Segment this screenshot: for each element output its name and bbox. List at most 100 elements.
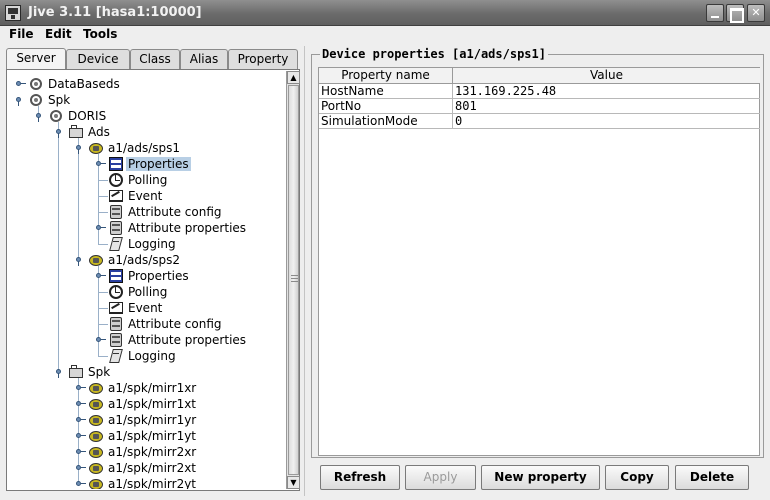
delete-button[interactable]: Delete (675, 465, 749, 490)
tree-node-label[interactable]: Polling (126, 173, 169, 187)
tab-server[interactable]: Server (6, 48, 66, 70)
expand-handle-icon[interactable] (76, 463, 86, 472)
tree-node-label[interactable]: Polling (126, 285, 169, 299)
tree-node-label[interactable]: Attribute properties (126, 333, 248, 347)
tree-node-label[interactable]: Event (126, 301, 164, 315)
property-name-cell[interactable]: SimulationMode (319, 114, 453, 129)
tree-node[interactable]: a1/spk/mirr2xt (8, 460, 283, 476)
tree-node-label[interactable]: DataBaseds (46, 77, 122, 91)
tree-node[interactable]: Properties (8, 156, 283, 172)
expand-handle-icon[interactable] (96, 223, 106, 232)
tab-class[interactable]: Class (130, 49, 180, 69)
scroll-down-arrow-icon[interactable]: ▼ (287, 476, 300, 489)
property-name-cell[interactable]: HostName (319, 84, 453, 99)
collapse-handle-icon[interactable] (16, 95, 25, 106)
expand-handle-icon[interactable] (76, 431, 86, 440)
tree-node[interactable]: a1/spk/mirr1xt (8, 396, 283, 412)
table-row[interactable]: SimulationMode 0 (319, 114, 760, 129)
tree-node-label[interactable]: a1/ads/sps2 (106, 253, 182, 267)
table-row[interactable]: PortNo 801 (319, 99, 760, 114)
scroll-thumb[interactable] (288, 85, 299, 475)
tree-node-label[interactable]: a1/ads/sps1 (106, 141, 182, 155)
expand-handle-icon[interactable] (96, 335, 106, 344)
tree-node[interactable]: Attribute config (8, 316, 283, 332)
minimize-icon[interactable] (706, 4, 724, 22)
expand-handle-icon[interactable] (96, 271, 106, 280)
tree-node[interactable]: a1/ads/sps2 (8, 252, 283, 268)
tree-node-label[interactable]: a1/spk/mirr1yt (106, 429, 198, 443)
split-pane-divider[interactable] (304, 46, 308, 496)
tree-node[interactable]: a1/ads/sps1 (8, 140, 283, 156)
property-value-cell[interactable]: 0 (453, 114, 760, 129)
tree-node[interactable]: Attribute config (8, 204, 283, 220)
expand-handle-icon[interactable] (76, 399, 86, 408)
app-icon[interactable] (5, 5, 21, 21)
maximize-icon[interactable] (726, 4, 744, 23)
collapse-handle-icon[interactable] (76, 143, 85, 154)
expand-handle-icon[interactable] (76, 479, 86, 488)
tree-node[interactable]: a1/spk/mirr2yt (8, 476, 283, 489)
tree-node[interactable]: Spk (8, 92, 283, 108)
expand-handle-icon[interactable] (96, 159, 106, 168)
tree-node[interactable]: Logging (8, 348, 283, 364)
expand-handle-icon[interactable] (16, 79, 26, 88)
expand-handle-icon[interactable] (76, 415, 86, 424)
tree-node-label[interactable]: Event (126, 189, 164, 203)
scroll-up-arrow-icon[interactable]: ▲ (287, 71, 300, 84)
tree-node-label[interactable]: a1/spk/mirr1yr (106, 413, 198, 427)
tree-node[interactable]: Event (8, 300, 283, 316)
menu-edit[interactable]: Edit (45, 27, 72, 41)
tree-node-label[interactable]: a1/spk/mirr1xr (106, 381, 198, 395)
collapse-handle-icon[interactable] (56, 367, 65, 378)
collapse-handle-icon[interactable] (76, 255, 85, 266)
tree-node-label[interactable]: Properties (126, 269, 191, 283)
tree-node-label[interactable]: Attribute properties (126, 221, 248, 235)
tree-node[interactable]: Spk (8, 364, 283, 380)
tree-node[interactable]: DORIS (8, 108, 283, 124)
tree-node-label[interactable]: a1/spk/mirr1xt (106, 397, 198, 411)
tree-node-label[interactable]: Logging (126, 237, 178, 251)
tree-node[interactable]: Polling (8, 284, 283, 300)
menu-tools[interactable]: Tools (83, 27, 117, 41)
close-icon[interactable]: ✕ (747, 4, 765, 22)
tab-alias[interactable]: Alias (180, 49, 228, 69)
tree-node[interactable]: Event (8, 188, 283, 204)
tree-node[interactable]: a1/spk/mirr1yt (8, 428, 283, 444)
tree-node-label[interactable]: a1/spk/mirr2yt (106, 477, 198, 489)
tab-device[interactable]: Device (66, 49, 130, 69)
expand-handle-icon[interactable] (76, 447, 86, 456)
tree-node-label[interactable]: Attribute config (126, 205, 224, 219)
tab-property[interactable]: Property (228, 49, 298, 69)
tree-node-label[interactable]: Spk (86, 365, 112, 379)
column-header-property-name[interactable]: Property name (319, 68, 453, 84)
table-row[interactable]: HostName 131.169.225.48 (319, 84, 760, 99)
tree-node-label[interactable]: Ads (86, 125, 112, 139)
tree-node[interactable]: Attribute properties (8, 220, 283, 236)
collapse-handle-icon[interactable] (56, 127, 65, 138)
tree-node-label[interactable]: Spk (46, 93, 72, 107)
tree-vertical-scrollbar[interactable]: ▲ ▼ (286, 71, 300, 489)
tree-node[interactable]: Properties (8, 268, 283, 284)
tree-node[interactable]: a1/spk/mirr2xr (8, 444, 283, 460)
tree-node[interactable]: Polling (8, 172, 283, 188)
property-name-cell[interactable]: PortNo (319, 99, 453, 114)
property-value-cell[interactable]: 131.169.225.48 (453, 84, 760, 99)
tree-node[interactable]: DataBaseds (8, 76, 283, 92)
property-value-cell[interactable]: 801 (453, 99, 760, 114)
tree-node[interactable]: Logging (8, 236, 283, 252)
tree-node[interactable]: a1/spk/mirr1xr (8, 380, 283, 396)
tree-node-label[interactable]: Properties (126, 157, 191, 171)
expand-handle-icon[interactable] (76, 383, 86, 392)
apply-button[interactable]: Apply (405, 465, 476, 490)
tree-node-label[interactable]: Attribute config (126, 317, 224, 331)
tree-node-label[interactable]: a1/spk/mirr2xr (106, 445, 198, 459)
menu-file[interactable]: File (9, 27, 34, 41)
column-header-value[interactable]: Value (453, 68, 760, 84)
tree-node-label[interactable]: a1/spk/mirr2xt (106, 461, 198, 475)
refresh-button[interactable]: Refresh (320, 465, 400, 490)
tree-node[interactable]: Ads (8, 124, 283, 140)
tree-node[interactable]: a1/spk/mirr1yr (8, 412, 283, 428)
tree-node[interactable]: Attribute properties (8, 332, 283, 348)
window-titlebar[interactable]: Jive 3.11 [hasa1:10000] ✕ (0, 0, 770, 26)
tree-node-label[interactable]: DORIS (66, 109, 108, 123)
